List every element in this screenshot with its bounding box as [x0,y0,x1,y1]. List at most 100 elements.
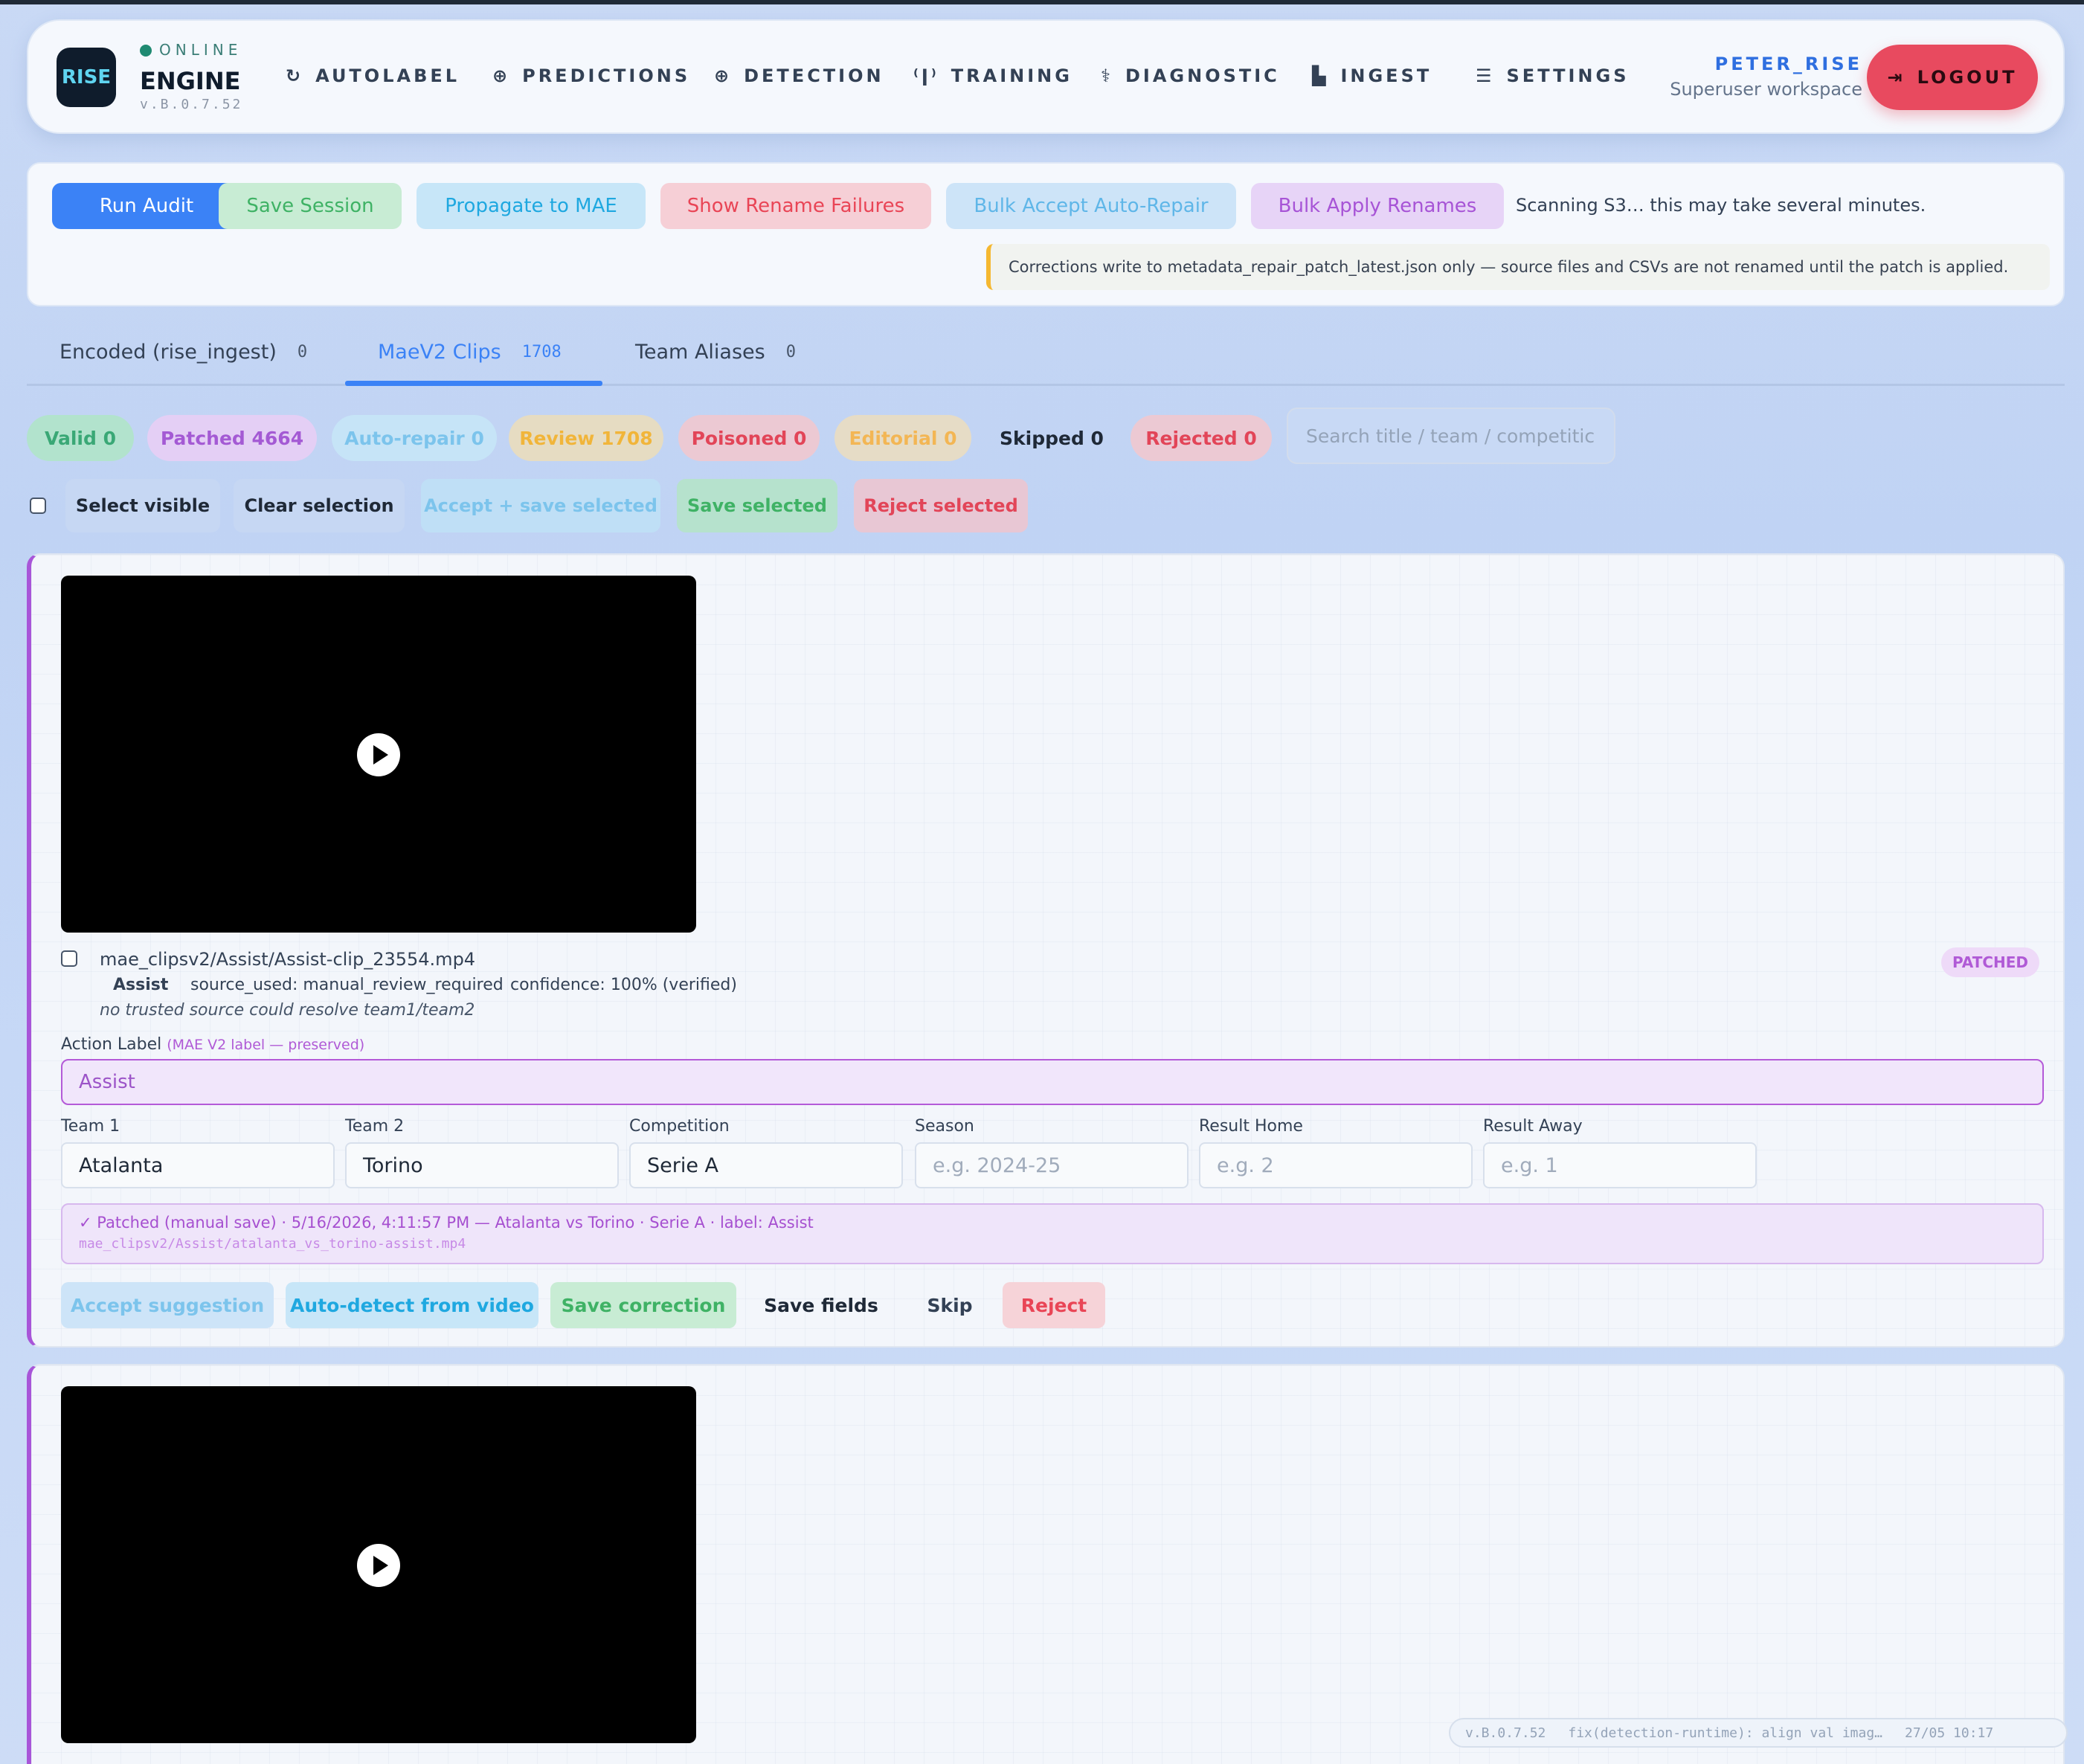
save-correction-button[interactable]: Save correction [550,1282,736,1328]
clip-filename: mae_clipsv2/Assist/Assist-clip_23554.mp4 [100,949,476,970]
result-home-field[interactable]: e.g. 2 [1199,1142,1473,1188]
nav-item-training[interactable]: ⁽ǀ⁾ TRAINING [913,65,1072,86]
tab-count: 0 [785,343,796,361]
auto-detect-button[interactable]: Auto-detect from video [286,1282,538,1328]
settings-icon: ☰ [1476,65,1495,86]
season-field[interactable]: e.g. 2024-25 [915,1142,1189,1188]
team1-field[interactable]: Atalanta [61,1142,335,1188]
tab-team-aliases[interactable]: Team Aliases 0 [635,341,796,364]
nav-label: DETECTION [744,65,884,86]
field-label: Team 2 [345,1117,405,1136]
nav-item-ingest[interactable]: ▙ INGEST [1312,65,1432,86]
user-info: PETER_RISE Superuser workspace [1670,54,1862,100]
username: PETER_RISE [1714,54,1862,74]
play-icon[interactable] [357,1544,400,1587]
field-label: Team 1 [61,1117,120,1136]
field-label: Result Home [1199,1117,1303,1136]
filter-editorial[interactable]: Editorial 0 [834,415,971,461]
propagate-button[interactable]: Propagate to MAE [417,183,646,229]
video-player[interactable] [61,1386,696,1743]
filter-skipped[interactable]: Skipped 0 [982,415,1122,461]
rise-logo[interactable]: RISE [57,48,116,107]
video-player[interactable] [61,576,696,933]
action-label-subtext: (MAE V2 label — preserved) [167,1037,365,1053]
workspace-label: Superuser workspace [1670,79,1862,100]
tab-maev2-clips[interactable]: MaeV2 Clips 1708 [378,341,562,364]
nav-item-autolabel[interactable]: ↻ AUTOLABEL [286,65,460,86]
filter-auto-repair[interactable]: Auto-repair 0 [332,415,497,461]
field-label: Season [915,1117,974,1136]
nav-label: DIAGNOSTIC [1125,65,1280,86]
clip-note: no trusted source could resolve team1/te… [100,1001,475,1020]
logo-text: RISE [61,66,112,88]
footer-time: 27/05 10:17 [1905,1725,1994,1741]
action-label-field[interactable]: Assist [61,1059,2044,1105]
patched-summary: ✓ Patched (manual save) · 5/16/2026, 4:1… [79,1214,814,1232]
app-header: RISE ONLINE ENGINE v.B.0.7.52 ↻ AUTOLABEL… [27,19,2065,134]
clip-tag: Assist [113,976,169,994]
logout-icon: ⇥ [1887,67,1905,88]
logout-button[interactable]: ⇥ LOGOUT [1867,45,2038,110]
clip-confidence: confidence: 100% (verified) [510,976,737,994]
save-selected-button[interactable]: Save selected [677,479,837,532]
play-icon[interactable] [357,733,400,776]
bulk-accept-button[interactable]: Bulk Accept Auto-Repair [946,183,1236,229]
patched-path: mae_clipsv2/Assist/atalanta_vs_torino-as… [79,1236,466,1252]
tab-count: 0 [297,343,308,361]
patch-notice: Corrections write to metadata_repair_pat… [986,244,2050,290]
search-input[interactable]: Search title / team / competitic [1287,408,1615,464]
nav-label: AUTOLABEL [315,65,460,86]
field-label: Result Away [1483,1117,1583,1136]
build-footer: v.B.0.7.52 fix(detection-runtime): align… [1449,1718,2068,1748]
skip-button[interactable]: Skip [906,1282,994,1328]
clip-checkbox[interactable] [61,950,77,967]
nav-item-detection[interactable]: ⊕ DETECTION [714,65,884,86]
scan-status: Scanning S3… this may take several minut… [1516,195,1926,216]
filter-patched[interactable]: Patched 4664 [147,415,317,461]
show-rename-failures-button[interactable]: Show Rename Failures [660,183,931,229]
action-label-text: Action Label [61,1035,162,1054]
save-fields-button[interactable]: Save fields [748,1282,894,1328]
clip-card [27,1364,2065,1764]
logout-label: LOGOUT [1917,67,2018,88]
nav-label: PREDICTIONS [522,65,691,86]
select-all-checkbox[interactable] [30,498,46,514]
online-status-dot [140,45,152,57]
reject-button[interactable]: Reject [1003,1282,1105,1328]
predictions-icon: ⊕ [492,65,511,86]
nav-item-settings[interactable]: ☰ SETTINGS [1476,65,1630,86]
clip-source: source_used: manual_review_required [190,976,504,994]
select-visible-button[interactable]: Select visible [65,479,220,532]
footer-version: v.B.0.7.52 [1465,1725,1546,1741]
patched-info: ✓ Patched (manual save) · 5/16/2026, 4:1… [61,1203,2044,1264]
nav-label: INGEST [1340,65,1432,86]
tab-encoded[interactable]: Encoded (rise_ingest) 0 [60,341,307,364]
nav-item-predictions[interactable]: ⊕ PREDICTIONS [492,65,690,86]
run-audit-button[interactable]: Run Audit [52,183,241,229]
filter-review[interactable]: Review 1708 [509,415,663,461]
clear-selection-button[interactable]: Clear selection [234,479,405,532]
diagnostic-icon: ⚕ [1101,65,1113,86]
tab-label: Team Aliases [635,341,765,364]
competition-field[interactable]: Serie A [629,1142,903,1188]
status-label: ONLINE [159,41,242,59]
ingest-icon: ▙ [1312,65,1329,86]
active-tab-indicator [345,381,602,386]
team2-field[interactable]: Torino [345,1142,619,1188]
filter-poisoned[interactable]: Poisoned 0 [678,415,820,461]
tabs-divider [27,384,2065,386]
filter-rejected[interactable]: Rejected 0 [1131,415,1272,461]
tab-count: 1708 [521,343,562,361]
nav-item-diagnostic[interactable]: ⚕ DIAGNOSTIC [1101,65,1280,86]
accept-save-selected-button[interactable]: Accept + save selected [421,479,660,532]
filter-valid[interactable]: Valid 0 [27,415,134,461]
nav-label: TRAINING [951,65,1072,86]
window-top-border [0,0,2084,4]
footer-commit: fix(detection-runtime): align val imag… [1568,1725,1883,1741]
accept-suggestion-button[interactable]: Accept suggestion [61,1282,274,1328]
reject-selected-button[interactable]: Reject selected [854,479,1028,532]
audit-toolbar: Run Audit Save Session Propagate to MAE … [27,162,2065,306]
save-session-button[interactable]: Save Session [219,183,402,229]
result-away-field[interactable]: e.g. 1 [1483,1142,1757,1188]
bulk-apply-button[interactable]: Bulk Apply Renames [1251,183,1504,229]
